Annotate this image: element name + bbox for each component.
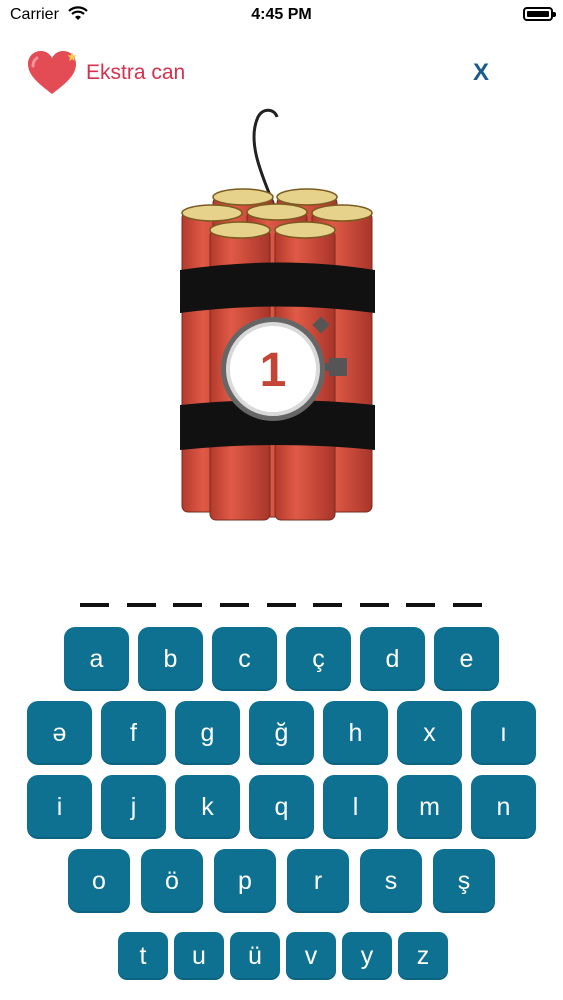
battery-icon: [523, 7, 556, 21]
key-k[interactable]: k: [175, 775, 240, 839]
key-c[interactable]: c: [212, 627, 277, 691]
heart-icon: [28, 51, 77, 94]
key-j[interactable]: j: [101, 775, 166, 839]
bomb-timer-value: 1: [259, 344, 287, 397]
clock-time: 4:45 PM: [251, 6, 312, 23]
key-y[interactable]: y: [342, 932, 392, 980]
answer-slot: [359, 603, 389, 607]
key-h[interactable]: h: [323, 701, 388, 765]
letter-keyboard: abcçde əfgğhxı ijkqlmn oöprsş tuüvyz: [0, 626, 563, 986]
key-r[interactable]: r: [287, 849, 349, 913]
key-q[interactable]: q: [249, 775, 314, 839]
key-m[interactable]: m: [397, 775, 462, 839]
status-bar: Carrier 4:45 PM: [0, 0, 563, 30]
key-ö[interactable]: ö: [141, 849, 203, 913]
answer-slot: [453, 603, 482, 607]
answer-slots: [80, 603, 482, 609]
key-a[interactable]: a: [64, 627, 129, 691]
key-v[interactable]: v: [286, 932, 336, 980]
key-ü[interactable]: ü: [230, 932, 280, 980]
key-d[interactable]: d: [360, 627, 425, 691]
key-t[interactable]: t: [118, 932, 168, 980]
key-s[interactable]: s: [360, 849, 422, 913]
key-l[interactable]: l: [323, 775, 388, 839]
key-n[interactable]: n: [471, 775, 536, 839]
answer-slot: [219, 603, 249, 607]
key-i[interactable]: i: [27, 775, 92, 839]
dynamite-bomb-illustration: [180, 108, 375, 521]
extra-life-label: Ekstra can: [86, 61, 186, 84]
key-p[interactable]: p: [214, 849, 276, 913]
key-b[interactable]: b: [138, 627, 203, 691]
key-ç[interactable]: ç: [286, 627, 351, 691]
answer-slot: [173, 603, 203, 607]
key-z[interactable]: z: [398, 932, 448, 980]
key-ş[interactable]: ş: [433, 849, 495, 913]
answer-slot: [313, 603, 343, 607]
key-ğ[interactable]: ğ: [249, 701, 314, 765]
key-x[interactable]: x: [397, 701, 462, 765]
key-o[interactable]: o: [68, 849, 130, 913]
answer-slot: [266, 603, 296, 607]
answer-slot: [126, 603, 156, 607]
answer-slot: [80, 603, 109, 607]
close-button[interactable]: X: [462, 56, 500, 90]
key-g[interactable]: g: [175, 701, 240, 765]
extra-life-button[interactable]: Ekstra can: [26, 50, 185, 96]
key-f[interactable]: f: [101, 701, 166, 765]
key-e[interactable]: e: [434, 627, 499, 691]
answer-slot: [406, 603, 436, 607]
key-ə[interactable]: ə: [27, 701, 92, 765]
key-u[interactable]: u: [174, 932, 224, 980]
key-ı[interactable]: ı: [471, 701, 536, 765]
